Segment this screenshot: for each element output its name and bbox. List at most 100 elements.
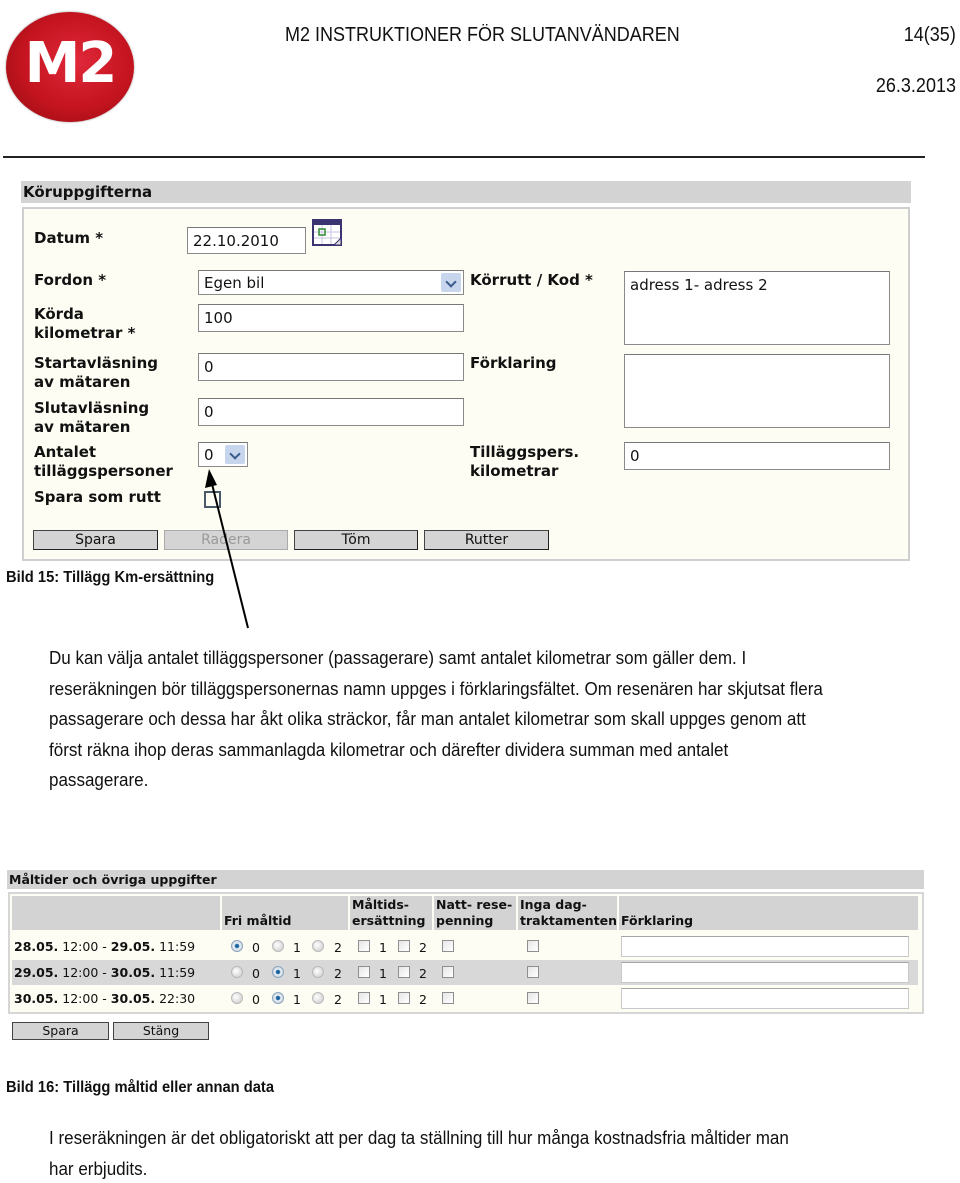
start-date: 29.05. [14, 965, 59, 980]
checkbox-label: 1 [379, 966, 387, 981]
maltider-title: Måltider och övriga uppgifter [7, 870, 924, 889]
nattresepenning-checkbox[interactable] [442, 940, 454, 952]
maltidsersattning-checkbox-1[interactable] [358, 940, 370, 952]
antalet-select[interactable]: 0 [198, 442, 248, 467]
radera-button[interactable]: Radera [164, 530, 288, 550]
spara-button[interactable]: Spara [33, 530, 158, 550]
figure-caption-16: Bild 16: Tillägg måltid eller annan data [6, 1079, 275, 1096]
datum-label: Datum * [34, 229, 104, 247]
fri-maltid-radio-0[interactable] [231, 940, 243, 952]
datum-input[interactable]: 22.10.2010 [187, 227, 306, 254]
forklaring-input[interactable] [621, 962, 909, 983]
startavlasning-label-line2: av mätaren [34, 373, 131, 391]
fri-maltid-radio-2[interactable] [312, 966, 324, 978]
fordon-label: Fordon * [34, 271, 107, 289]
spara-som-rutt-checkbox[interactable] [204, 491, 221, 508]
period-cell: 30.05. 12:00 - 30.05. 22:30 [14, 991, 195, 1006]
header-nattresepenning: Natt- rese-penning [434, 896, 516, 930]
spara-button-2[interactable]: Spara [12, 1022, 109, 1040]
paragraph-1-line: passagerare. [49, 769, 149, 790]
fri-maltid-radio-1[interactable] [272, 966, 284, 978]
tillaggspers-km-label-line1: Tilläggspers. [470, 443, 580, 461]
header-natt-line1: Natt- rese- [436, 897, 513, 912]
inga-dagtraktamenten-checkbox[interactable] [527, 992, 539, 1004]
table-row: 29.05. 12:00 - 30.05. 11:59 0 1 2 1 2 [12, 960, 918, 985]
stang-button[interactable]: Stäng [113, 1022, 209, 1040]
forklaring-input[interactable] [621, 936, 909, 957]
start-date: 30.05. [14, 991, 59, 1006]
korrutt-textarea[interactable]: adress 1- adress 2 [624, 271, 890, 345]
period-separator: - [102, 965, 107, 980]
nattresepenning-checkbox[interactable] [442, 992, 454, 1004]
period-cell: 28.05. 12:00 - 29.05. 11:59 [14, 939, 195, 954]
inga-dagtraktamenten-checkbox[interactable] [527, 966, 539, 978]
radio-label: 2 [334, 992, 342, 1007]
chevron-down-icon[interactable] [225, 445, 245, 464]
antalet-label-line2: tilläggspersoner [34, 462, 173, 480]
fordon-select[interactable]: Egen bil [198, 270, 464, 295]
radio-label: 2 [334, 940, 342, 955]
fordon-value: Egen bil [204, 274, 265, 292]
nattresepenning-checkbox[interactable] [442, 966, 454, 978]
maltidsersattning-checkbox-1[interactable] [358, 992, 370, 1004]
paragraph-2: I reseräkningen är det obligatoriskt att… [49, 1123, 895, 1183]
tom-button[interactable]: Töm [294, 530, 418, 550]
header-inga-line2: traktamenten [520, 913, 618, 928]
korda-km-label: Körda kilometrar * [34, 305, 136, 343]
paragraph-1-line: först räkna ihop deras sammanlagda kilom… [49, 738, 729, 760]
tillaggspers-km-label-line2: kilometrar [470, 462, 559, 480]
header-inga-dagtraktamenten: Inga dag-traktamenten [518, 896, 617, 930]
figure-caption-15: Bild 15: Tillägg Km-ersättning [6, 569, 215, 586]
start-time: 12:00 [62, 991, 99, 1006]
radio-label: 2 [334, 966, 342, 981]
end-time: 22:30 [159, 991, 196, 1006]
forklaring-label: Förklaring [470, 354, 557, 372]
logo-text: M2 [24, 31, 118, 96]
header-natt-line2: penning [436, 913, 494, 928]
end-date: 29.05. [110, 939, 156, 954]
radio-label: 0 [252, 940, 260, 955]
checkbox-label: 2 [419, 940, 427, 955]
korda-km-label-line1: Körda [34, 305, 84, 323]
period-separator: - [102, 939, 107, 954]
tillaggspers-km-input[interactable]: 0 [624, 442, 890, 470]
slutavlasning-input[interactable]: 0 [198, 398, 464, 426]
forklaring-textarea[interactable] [624, 354, 890, 428]
startavlasning-label-line1: Startavläsning [34, 354, 158, 372]
radio-label: 1 [293, 992, 301, 1007]
rutter-button[interactable]: Rutter [424, 530, 549, 550]
maltidsersattning-checkbox-2[interactable] [398, 992, 410, 1004]
fri-maltid-radio-0[interactable] [231, 992, 243, 1004]
maltidsersattning-checkbox-2[interactable] [398, 940, 410, 952]
fri-maltid-radio-1[interactable] [272, 992, 284, 1004]
header-forklaring-text: Förklaring [621, 913, 694, 928]
paragraph-1: Du kan välja antalet tilläggspersoner (p… [49, 643, 895, 796]
inga-dagtraktamenten-checkbox[interactable] [527, 940, 539, 952]
header-period [12, 896, 220, 930]
header-maltids-line1: Måltids- [352, 897, 409, 912]
header-inga-line1: Inga dag- [520, 897, 587, 912]
forklaring-input[interactable] [621, 988, 909, 1009]
table-row: 30.05. 12:00 - 30.05. 22:30 0 1 2 1 2 [12, 986, 918, 1011]
fri-maltid-radio-2[interactable] [312, 940, 324, 952]
start-time: 12:00 [62, 965, 99, 980]
spara-som-rutt-label: Spara som rutt [34, 488, 161, 506]
fri-maltid-radio-2[interactable] [312, 992, 324, 1004]
paragraph-2-line: I reseräkningen är det obligatoriskt att… [49, 1127, 789, 1148]
korda-km-input[interactable]: 100 [198, 304, 464, 332]
maltidsersattning-checkbox-2[interactable] [398, 966, 410, 978]
fri-maltid-radio-1[interactable] [272, 940, 284, 952]
header-fri-maltid-text: Fri måltid [224, 913, 292, 928]
start-date: 28.05. [14, 939, 59, 954]
calendar-icon[interactable] [312, 219, 342, 246]
radio-label: 1 [293, 940, 301, 955]
tillaggspers-km-label: Tilläggspers. kilometrar [470, 443, 579, 481]
chevron-down-icon[interactable] [441, 273, 461, 292]
paragraph-1-line: passagerare och dessa har åkt olika strä… [49, 708, 806, 729]
startavlasning-input[interactable]: 0 [198, 353, 464, 381]
paragraph-1-line: Du kan välja antalet tilläggspersoner (p… [49, 647, 747, 668]
slutavlasning-label-line1: Slutavläsning [34, 399, 150, 417]
fri-maltid-radio-0[interactable] [231, 966, 243, 978]
maltidsersattning-checkbox-1[interactable] [358, 966, 370, 978]
koruppgifterna-title: Köruppgifterna [21, 181, 911, 203]
